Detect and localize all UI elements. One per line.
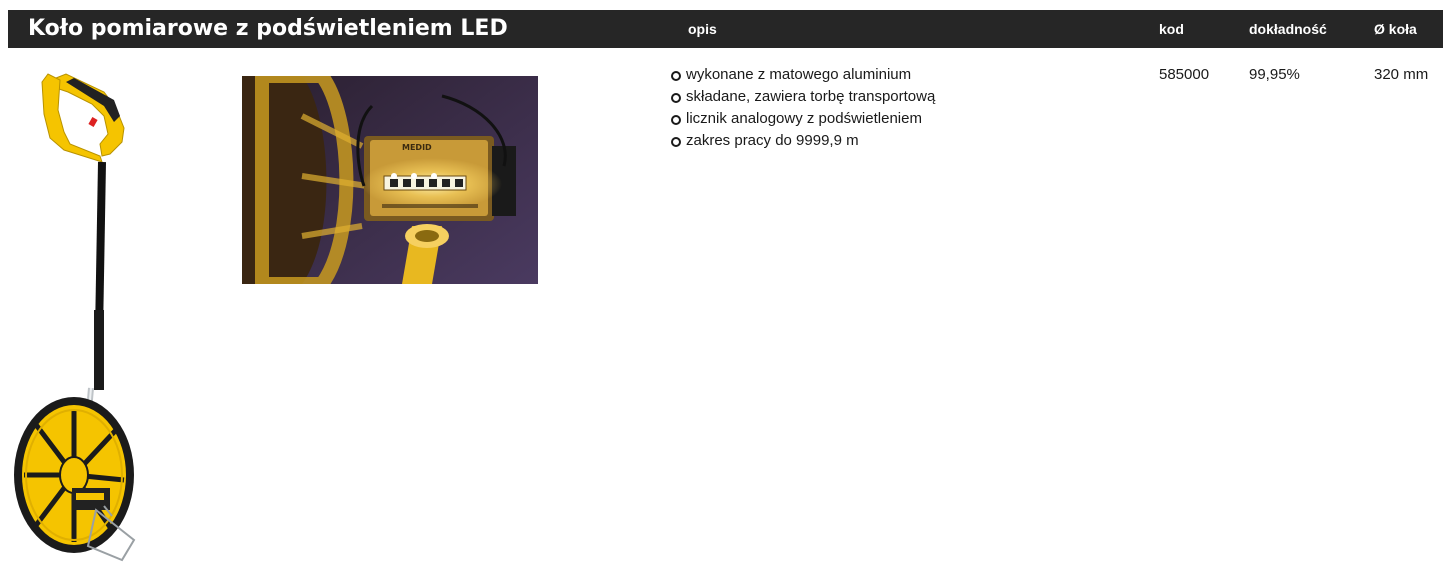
feature-list: wykonane z matowego aluminium składane, … [671, 64, 935, 152]
bullet-circle-icon [671, 93, 681, 103]
column-header-opis: opis [688, 21, 717, 37]
column-header-dokladnosc: dokładność [1249, 21, 1327, 37]
product-wheel-diameter: 320 mm [1374, 66, 1429, 83]
bullet-circle-icon [671, 115, 681, 125]
list-item: zakres pracy do 9999,9 m [671, 130, 935, 152]
bullet-circle-icon [671, 71, 681, 81]
feature-text: składane, zawiera torbę transportową [686, 88, 936, 105]
product-accuracy: 99,95% [1249, 66, 1300, 83]
column-header-srednica: Ø koła [1374, 21, 1417, 37]
list-item: licznik analogowy z podświetleniem [671, 108, 935, 130]
list-item: składane, zawiera torbę transportową [671, 86, 935, 108]
header-title-container: Koło pomiarowe z podświetleniem LED [8, 10, 1443, 48]
page-title: Koło pomiarowe z podświetleniem LED [28, 16, 508, 41]
led-counter-closeup-photo: MEDID [242, 76, 538, 284]
list-item: wykonane z matowego aluminium [671, 64, 935, 86]
feature-text: wykonane z matowego aluminium [686, 66, 912, 83]
product-code: 585000 [1159, 66, 1210, 83]
feature-text: zakres pracy do 9999,9 m [686, 132, 859, 149]
svg-text:MEDID: MEDID [402, 143, 432, 152]
column-header-kod: kod [1159, 21, 1184, 37]
measuring-wheel-photo [14, 73, 136, 562]
bullet-circle-icon [671, 137, 681, 147]
feature-text: licznik analogowy z podświetleniem [686, 110, 922, 127]
